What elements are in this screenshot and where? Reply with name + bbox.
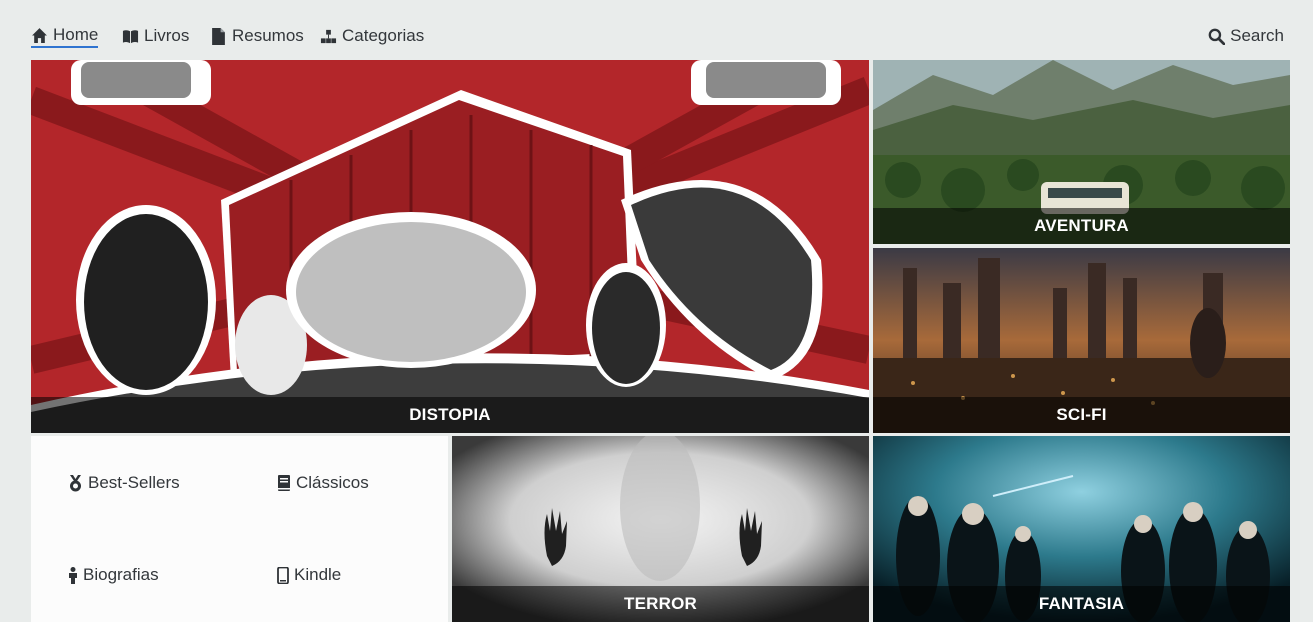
tile-distopia[interactable]: DISTOPIA: [31, 60, 869, 433]
nav-home[interactable]: Home: [31, 25, 99, 48]
person-icon: [69, 566, 77, 584]
link-kindle-label: Kindle: [294, 565, 342, 584]
nav-categorias[interactable]: Categorias: [320, 25, 424, 47]
link-biografias-label: Biografias: [83, 565, 159, 584]
nav-search[interactable]: Search: [1208, 25, 1284, 47]
link-kindle[interactable]: Kindle: [277, 565, 341, 585]
tile-terror-caption: TERROR: [452, 586, 869, 622]
tile-aventura[interactable]: AVENTURA: [873, 60, 1290, 244]
tile-scifi-caption: SCI-FI: [873, 397, 1290, 433]
document-icon: [212, 27, 225, 45]
tile-terror[interactable]: TERROR: [452, 436, 869, 622]
link-classicos[interactable]: Clássicos: [277, 473, 369, 493]
distopia-image: [31, 60, 869, 433]
link-best-sellers[interactable]: Best-Sellers: [68, 473, 180, 493]
nav-search-label: Search: [1230, 26, 1284, 45]
search-icon: [1208, 28, 1226, 45]
category-links-panel: Best-Sellers Clássicos Biografias Kindle: [31, 436, 448, 622]
link-classicos-label: Clássicos: [296, 473, 369, 492]
book-icon: [278, 475, 290, 491]
tile-fantasia-caption: FANTASIA: [873, 586, 1290, 622]
link-best-sellers-label: Best-Sellers: [88, 473, 180, 492]
nav-home-label: Home: [53, 25, 99, 44]
top-nav: Home Livros Resumos Categorias Search: [0, 0, 1313, 60]
tile-aventura-caption: AVENTURA: [873, 208, 1290, 244]
nav-livros[interactable]: Livros: [122, 25, 189, 47]
link-biografias[interactable]: Biografias: [68, 565, 159, 585]
home-icon: [32, 27, 47, 43]
tile-distopia-caption: DISTOPIA: [31, 397, 869, 433]
tile-scifi[interactable]: SCI-FI: [873, 248, 1290, 433]
nav-resumos[interactable]: Resumos: [210, 25, 304, 47]
tile-fantasia[interactable]: FANTASIA: [873, 436, 1290, 622]
sitemap-icon: [320, 29, 337, 43]
medal-icon: [70, 474, 81, 491]
tablet-icon: [277, 566, 289, 584]
nav-livros-label: Livros: [144, 26, 190, 45]
book-open-icon: [122, 29, 139, 43]
nav-resumos-label: Resumos: [232, 26, 304, 45]
nav-categorias-label: Categorias: [342, 26, 425, 45]
